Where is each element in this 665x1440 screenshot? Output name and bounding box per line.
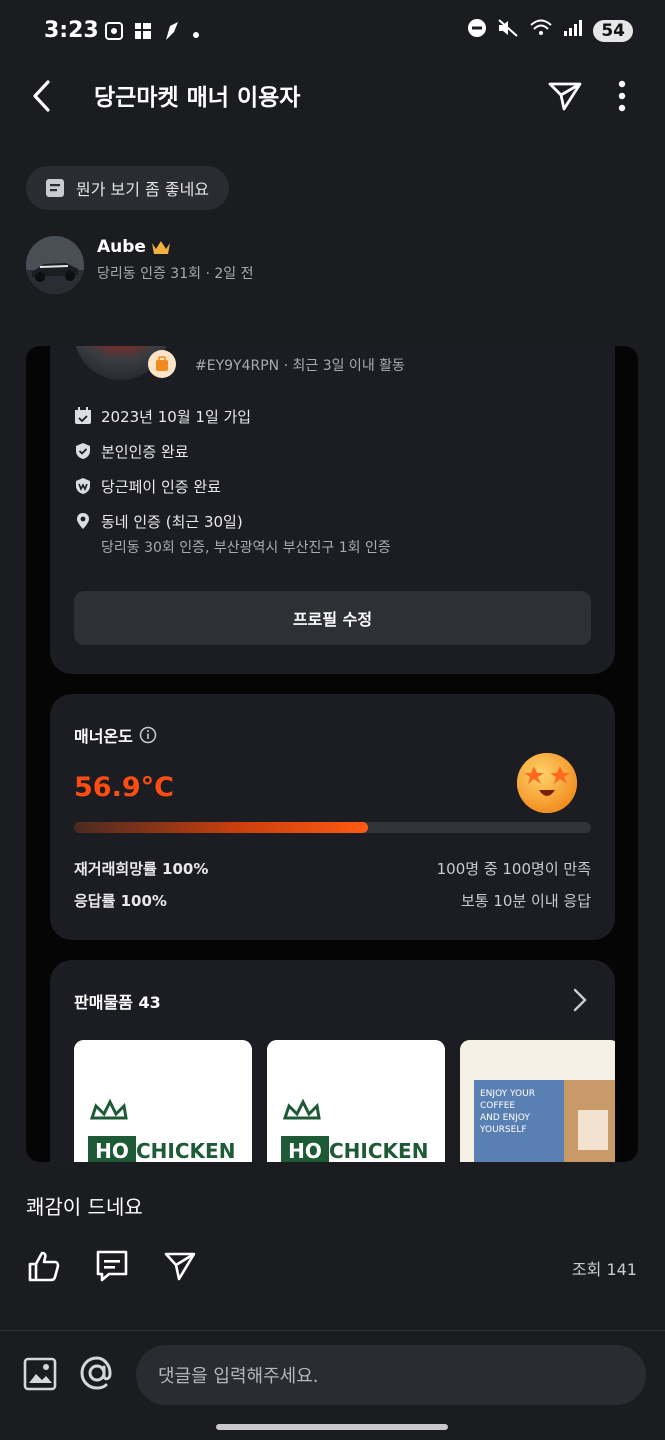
author-name: Aube bbox=[97, 237, 146, 257]
product-card[interactable]: HO CHICKEN bbox=[267, 1040, 445, 1162]
mention-button[interactable] bbox=[76, 1352, 118, 1394]
wifi-icon bbox=[529, 18, 553, 43]
avatar[interactable] bbox=[26, 236, 84, 294]
identity-text: 본인인증 완료 bbox=[101, 443, 189, 461]
more-vertical-icon bbox=[618, 80, 626, 112]
manner-panel: 매너온도 56.9°C 재거래희망률 100% 100명 중 100명이 만족 … bbox=[50, 694, 615, 940]
divider bbox=[0, 1330, 665, 1331]
pay-text: 당근페이 인증 완료 bbox=[101, 478, 221, 496]
notification-dot-icon bbox=[192, 23, 200, 44]
coffee-line-2: COFFEE bbox=[480, 1101, 515, 1111]
brand-ho: HO bbox=[95, 1139, 129, 1162]
manner-title: 매너온도 bbox=[74, 727, 133, 746]
brand-chicken: CHICKEN bbox=[136, 1139, 235, 1162]
location-pin-icon bbox=[77, 513, 89, 529]
smiley-emoji-icon bbox=[514, 748, 580, 814]
like-button[interactable] bbox=[26, 1248, 62, 1284]
status-time: 3:23 bbox=[44, 18, 99, 43]
manner-temperature: 56.9°C bbox=[74, 772, 174, 803]
post-image[interactable]: #EY9Y4RPN · 최근 3일 이내 활동 2023년 10월 1일 가입 … bbox=[26, 346, 638, 1162]
brand-ho: HO bbox=[288, 1139, 322, 1162]
comment-button[interactable] bbox=[94, 1248, 130, 1284]
sales-panel: 판매물품 43 HO CHICKEN HO CHICKEN ENJOY YOUR… bbox=[50, 960, 615, 1162]
hochicken-logo: HO CHICKEN bbox=[74, 1040, 252, 1162]
chevron-right-icon[interactable] bbox=[573, 988, 587, 1012]
signal-icon bbox=[563, 19, 583, 42]
coffee-line-1: ENJOY YOUR bbox=[480, 1089, 535, 1099]
profile-panel: #EY9Y4RPN · 최근 3일 이내 활동 2023년 10월 1일 가입 … bbox=[50, 346, 615, 674]
manner-progress-fill bbox=[74, 822, 369, 833]
shield-check-icon bbox=[76, 443, 90, 459]
attach-image-button[interactable] bbox=[20, 1354, 60, 1394]
profile-code: #EY9Y4RPN · 최근 3일 이내 활동 bbox=[195, 358, 405, 374]
response-rate-value: 보통 10분 이내 응답 bbox=[461, 892, 591, 910]
author-name-row[interactable]: Aube bbox=[97, 237, 172, 257]
location-text: 동네 인증 (최근 30일) bbox=[101, 513, 243, 531]
at-sign-icon bbox=[80, 1356, 112, 1390]
race-car-image bbox=[26, 236, 84, 294]
app-leaf-icon bbox=[162, 20, 182, 47]
send-icon bbox=[548, 82, 582, 111]
back-button[interactable] bbox=[26, 78, 56, 114]
dnd-icon bbox=[467, 18, 487, 43]
brand-chicken: CHICKEN bbox=[329, 1139, 428, 1162]
post-caption: 쾌감이 드네요 bbox=[26, 1195, 143, 1219]
product-card[interactable]: HO CHICKEN bbox=[74, 1040, 252, 1162]
hochicken-logo: HO CHICKEN bbox=[267, 1040, 445, 1162]
comment-placeholder: 댓글을 입력해주세요. bbox=[158, 1366, 319, 1387]
sales-title: 판매물품 43 bbox=[74, 993, 161, 1012]
comment-input[interactable]: 댓글을 입력해주세요. bbox=[136, 1345, 646, 1405]
image-icon bbox=[23, 1357, 57, 1391]
send-icon bbox=[164, 1252, 196, 1281]
category-label: 뭔가 보기 좀 좋네요 bbox=[76, 180, 210, 199]
rehire-rate-label: 재거래희망률 100% bbox=[74, 860, 209, 878]
info-icon[interactable] bbox=[139, 726, 157, 744]
calendar-icon bbox=[75, 407, 91, 424]
comment-icon bbox=[96, 1250, 128, 1282]
thumbs-up-icon bbox=[28, 1251, 60, 1282]
view-count: 조회 141 bbox=[571, 1260, 637, 1279]
grid-app-icon bbox=[134, 22, 152, 45]
home-indicator[interactable] bbox=[216, 1424, 448, 1430]
rehire-rate-value: 100명 중 100명이 만족 bbox=[436, 860, 591, 878]
product-card[interactable]: ENJOY YOUR COFFEE AND ENJOY YOURSELF bbox=[460, 1040, 615, 1162]
response-rate-label: 응답률 100% bbox=[74, 892, 167, 910]
manner-title-row: 매너온도 bbox=[74, 723, 157, 747]
coffee-line-3: AND ENJOY bbox=[480, 1113, 530, 1123]
crown-icon bbox=[151, 241, 170, 254]
battery-indicator: 54 bbox=[593, 19, 633, 42]
status-left-icons bbox=[104, 20, 200, 47]
more-options-button[interactable] bbox=[610, 78, 634, 114]
screenshot-icon bbox=[104, 21, 124, 46]
coffee-line-4: YOURSELF bbox=[479, 1125, 527, 1135]
chevron-left-icon bbox=[33, 80, 50, 112]
location-sub-text: 당리동 30회 인증, 부산광역시 부산진구 1회 인증 bbox=[101, 540, 391, 556]
author-meta: 당리동 인증 31회 · 2일 전 bbox=[97, 266, 254, 282]
coffee-voucher-image: ENJOY YOUR COFFEE AND ENJOY YOURSELF bbox=[460, 1040, 615, 1162]
share-post-button[interactable] bbox=[162, 1248, 198, 1284]
page-title: 당근마켓 매너 이용자 bbox=[94, 85, 301, 111]
join-date-text: 2023년 10월 1일 가입 bbox=[101, 408, 252, 426]
edit-profile-button[interactable]: 프로필 수정 bbox=[74, 591, 591, 645]
board-icon bbox=[46, 179, 64, 197]
pay-shield-icon bbox=[76, 478, 90, 494]
manner-progress-bar bbox=[74, 822, 591, 833]
mute-icon bbox=[497, 18, 519, 43]
share-button[interactable] bbox=[546, 78, 584, 114]
status-right-icons: 54 bbox=[467, 18, 633, 43]
badge-icon bbox=[148, 350, 176, 378]
category-chip[interactable]: 뭔가 보기 좀 좋네요 bbox=[26, 166, 230, 210]
